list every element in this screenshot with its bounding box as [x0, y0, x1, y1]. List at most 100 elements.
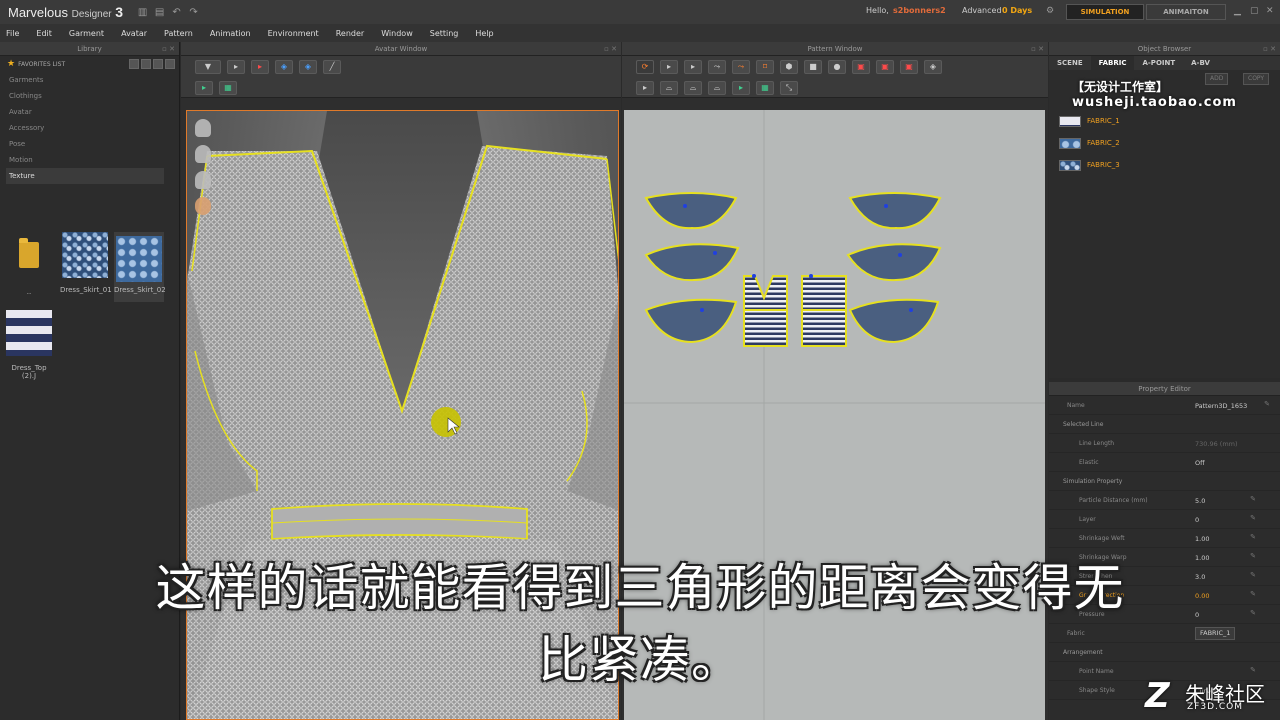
tab-fabric[interactable]: FABRIC — [1090, 56, 1135, 70]
animation-mode-button[interactable]: ANIMAITON — [1146, 4, 1226, 20]
open-folder-icon[interactable]: ▤ — [154, 7, 165, 18]
library-item-texture[interactable]: Texture — [6, 168, 164, 184]
menu-setting[interactable]: Setting — [430, 29, 459, 38]
segment-sewing-icon[interactable]: ▸ — [636, 80, 654, 95]
show-garment-icon[interactable]: ▦ — [219, 80, 237, 95]
prop-value[interactable]: 1.00 — [1195, 535, 1209, 543]
edit-point-icon[interactable]: ⌑ — [756, 60, 774, 74]
edit-icon[interactable]: ✎ — [1250, 533, 1256, 541]
tab-scene[interactable]: SCENE — [1049, 56, 1091, 70]
redo-icon[interactable]: ↷ — [188, 7, 199, 18]
internal-circle-icon[interactable]: ▣ — [900, 60, 918, 74]
edit-favorite-icon[interactable] — [153, 59, 163, 69]
dart-icon[interactable]: ◈ — [924, 60, 942, 74]
username-label[interactable]: s2bonners2 — [893, 6, 946, 15]
edit-icon[interactable]: ✎ — [1250, 495, 1256, 503]
texture-edit-icon[interactable]: ▸ — [732, 80, 750, 95]
panel-float-icon[interactable]: ▫ ✕ — [162, 42, 175, 56]
circle-icon[interactable]: ● — [828, 60, 846, 74]
transform-pattern-icon[interactable]: ▸ — [660, 60, 678, 74]
polygon-icon[interactable]: ⬢ — [780, 60, 798, 74]
internal-polygon-icon[interactable]: ▣ — [852, 60, 870, 74]
zoom-fit-icon[interactable]: ⤡ — [780, 80, 798, 95]
prop-row-particle-distance[interactable]: Particle Distance (mm) 5.0 ✎ — [1049, 491, 1280, 510]
prop-row-shrinkage-weft[interactable]: Shrinkage Weft 1.00 ✎ — [1049, 529, 1280, 548]
undo-icon[interactable]: ↶ — [171, 7, 182, 18]
favorites-row[interactable]: ★ FAVORITES LIST — [0, 56, 179, 72]
select-move-icon[interactable]: ▸ — [227, 60, 245, 74]
menu-garment[interactable]: Garment — [69, 29, 104, 38]
library-item-accessory[interactable]: Accessory — [9, 120, 179, 136]
menu-pattern[interactable]: Pattern — [164, 29, 193, 38]
prop-value[interactable]: Off — [1195, 459, 1205, 467]
prop-section-simulation[interactable]: Simulation Property — [1049, 472, 1280, 491]
avatar-view-icon[interactable] — [195, 145, 211, 163]
panel-float-icon[interactable]: ▫ ✕ — [1031, 42, 1044, 56]
tab-a-bv[interactable]: A-BV — [1183, 56, 1218, 70]
panel-float-icon[interactable]: ▫ ✕ — [604, 42, 617, 56]
prop-value[interactable]: 5.0 — [1195, 497, 1205, 505]
menu-file[interactable]: File — [6, 29, 19, 38]
edit-curvature-icon[interactable]: ⤳ — [708, 60, 726, 74]
tack-icon[interactable]: ◈ — [299, 60, 317, 74]
settings-icon[interactable]: ⚙ — [1046, 6, 1054, 16]
prop-row-name[interactable]: Name Pattern3D_1653 ✎ — [1049, 396, 1280, 415]
measure-icon[interactable]: ╱ — [323, 60, 341, 74]
select-mode-icon[interactable]: ▼ — [195, 60, 221, 74]
fabric-item-2[interactable]: FABRIC_2 — [1049, 132, 1280, 154]
menu-edit[interactable]: Edit — [36, 29, 52, 38]
maximize-icon[interactable]: ▢ — [1250, 6, 1259, 16]
library-item-pose[interactable]: Pose — [9, 136, 179, 152]
fabric-item-1[interactable]: FABRIC_1 — [1049, 110, 1280, 132]
edit-icon[interactable]: ✎ — [1250, 514, 1256, 522]
multi-sewing-icon[interactable]: ⌓ — [684, 80, 702, 95]
face-view-icon[interactable] — [195, 197, 211, 215]
texture-view-icon[interactable]: ▦ — [756, 80, 774, 95]
prop-value[interactable]: 0 — [1195, 516, 1199, 524]
pin-icon[interactable]: ▸ — [251, 60, 269, 74]
prop-row-layer[interactable]: Layer 0 ✎ — [1049, 510, 1280, 529]
menu-environment[interactable]: Environment — [268, 29, 319, 38]
add-favorite-icon[interactable] — [129, 59, 139, 69]
library-item-avatar[interactable]: Avatar — [9, 104, 179, 120]
copy-fabric-button[interactable]: COPY — [1243, 73, 1270, 85]
tab-a-point[interactable]: A-POINT — [1134, 56, 1183, 70]
add-point-icon[interactable]: ⤳ — [732, 60, 750, 74]
prop-row-elastic[interactable]: Elastic Off — [1049, 453, 1280, 472]
edit-pattern-icon[interactable]: ▸ — [684, 60, 702, 74]
internal-rectangle-icon[interactable]: ▣ — [876, 60, 894, 74]
remove-favorite-icon[interactable] — [141, 59, 151, 69]
menu-animation[interactable]: Animation — [210, 29, 251, 38]
view-mode-icon[interactable] — [165, 59, 175, 69]
thumb-dress-top[interactable]: Dress_Top (2).J — [4, 310, 54, 380]
refresh-icon[interactable]: ⟳ — [636, 60, 654, 74]
prop-section-selected-line[interactable]: Selected Line — [1049, 415, 1280, 434]
sewing-edit-icon[interactable]: ⌓ — [708, 80, 726, 95]
show-avatar-icon[interactable]: ▸ — [195, 80, 213, 95]
menu-help[interactable]: Help — [475, 29, 493, 38]
edit-icon[interactable]: ✎ — [1264, 400, 1270, 408]
thumb-dress-skirt-01[interactable]: Dress_Skirt_01 — [60, 232, 112, 294]
prop-label: Elastic — [1079, 459, 1099, 466]
menu-render[interactable]: Render — [336, 29, 364, 38]
library-item-clothings[interactable]: Clothings — [9, 88, 179, 104]
library-item-motion[interactable]: Motion — [9, 152, 179, 168]
simulation-mode-button[interactable]: SIMULATION — [1066, 4, 1144, 20]
panel-float-icon[interactable]: ▫ ✕ — [1263, 42, 1276, 56]
menu-window[interactable]: Window — [381, 29, 413, 38]
library-item-garments[interactable]: Garments — [9, 72, 179, 88]
fabric-item-3[interactable]: FABRIC_3 — [1049, 154, 1280, 176]
thumb-parent-folder[interactable]: .. — [4, 232, 54, 296]
fabric-view-icon[interactable] — [195, 171, 211, 189]
chart-icon[interactable]: ▥ — [137, 7, 148, 18]
prop-value[interactable]: Pattern3D_1653 — [1195, 402, 1247, 410]
thumb-dress-skirt-02[interactable]: Dress_Skirt_02 — [114, 232, 166, 302]
days-label: 0 Days — [1002, 6, 1033, 15]
rectangle-icon[interactable]: ■ — [804, 60, 822, 74]
minimize-icon[interactable]: ▁ — [1234, 6, 1241, 16]
fold-arrange-icon[interactable]: ◈ — [275, 60, 293, 74]
menu-avatar[interactable]: Avatar — [121, 29, 147, 38]
garment-view-icon[interactable] — [195, 119, 211, 137]
free-sewing-icon[interactable]: ⌓ — [660, 80, 678, 95]
close-icon[interactable]: ✕ — [1266, 6, 1274, 16]
